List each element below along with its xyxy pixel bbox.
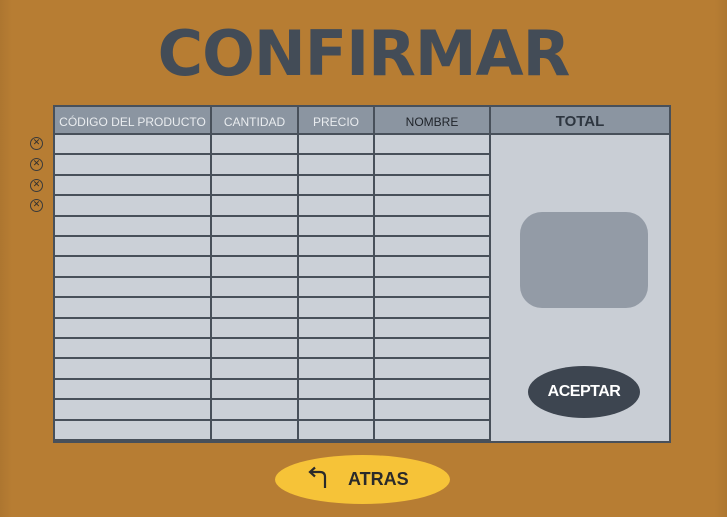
table-cell[interactable] (55, 196, 212, 217)
table-cell[interactable] (375, 257, 491, 278)
table-cell[interactable] (299, 400, 375, 421)
column-header-price: PRECIO (299, 107, 375, 135)
table-cell[interactable] (55, 257, 212, 278)
table-cell[interactable] (299, 298, 375, 319)
table-cell[interactable] (299, 237, 375, 258)
table-cell[interactable] (375, 216, 491, 237)
page-title: CONFIRMAR (157, 17, 571, 90)
table-cell[interactable] (299, 257, 375, 278)
table-cell[interactable] (299, 196, 375, 217)
table-cell[interactable] (212, 237, 299, 258)
column-header-code: CÓDIGO DEL PRODUCTO (55, 107, 212, 135)
remove-row-icon[interactable]: ✕ (30, 179, 43, 192)
return-arrow-icon (308, 466, 327, 488)
table-cell[interactable] (212, 216, 299, 237)
remove-row-icon[interactable]: ✕ (30, 199, 43, 212)
table-cell[interactable] (375, 175, 491, 197)
order-grid: CÓDIGO DEL PRODUCTO CANTIDAD PRECIO NOMB… (55, 107, 491, 441)
remove-row-icon[interactable]: ✕ (30, 158, 43, 171)
total-panel: ACEPTAR (491, 135, 669, 441)
table-cell[interactable] (299, 420, 375, 441)
table-cell[interactable] (375, 277, 491, 299)
table-cell[interactable] (212, 277, 299, 299)
table-cell[interactable] (55, 400, 212, 421)
table-cell[interactable] (55, 379, 212, 401)
table-cell[interactable] (375, 298, 491, 319)
table-cell[interactable] (375, 196, 491, 217)
table-cell[interactable] (299, 359, 375, 380)
column-header-quantity: CANTIDAD (212, 107, 299, 135)
table-cell[interactable] (299, 216, 375, 237)
table-cell[interactable] (55, 359, 212, 380)
table-cell[interactable] (55, 135, 212, 156)
remove-row-icon[interactable]: ✕ (30, 137, 43, 150)
table-cell[interactable] (55, 277, 212, 299)
table-cell[interactable] (375, 318, 491, 339)
table-cell[interactable] (55, 155, 212, 176)
table-cell[interactable] (375, 379, 491, 401)
table-cell[interactable] (55, 216, 212, 237)
table-cell[interactable] (55, 420, 212, 441)
order-table: CÓDIGO DEL PRODUCTO CANTIDAD PRECIO NOMB… (53, 105, 671, 443)
table-cell[interactable] (212, 298, 299, 319)
table-cell[interactable] (212, 196, 299, 217)
table-cell[interactable] (375, 155, 491, 176)
table-cell[interactable] (299, 155, 375, 176)
table-cell[interactable] (375, 339, 491, 360)
total-header: TOTAL (491, 107, 669, 135)
table-cell[interactable] (299, 339, 375, 360)
table-cell[interactable] (55, 175, 212, 197)
table-cell[interactable] (212, 359, 299, 380)
table-cell[interactable] (299, 277, 375, 299)
table-cell[interactable] (212, 135, 299, 156)
total-display (520, 212, 648, 308)
table-cell[interactable] (212, 155, 299, 176)
table-cell[interactable] (375, 400, 491, 421)
back-button[interactable]: ATRAS (275, 455, 450, 504)
table-cell[interactable] (375, 420, 491, 441)
table-cell[interactable] (55, 298, 212, 319)
table-cell[interactable] (212, 175, 299, 197)
table-cell[interactable] (299, 175, 375, 197)
table-cell[interactable] (375, 135, 491, 156)
table-cell[interactable] (375, 237, 491, 258)
back-label: ATRAS (348, 469, 409, 489)
table-cell[interactable] (299, 318, 375, 339)
table-cell[interactable] (55, 339, 212, 360)
table-cell[interactable] (212, 420, 299, 441)
accept-button[interactable]: ACEPTAR (528, 366, 640, 418)
table-cell[interactable] (299, 379, 375, 401)
table-cell[interactable] (55, 318, 212, 339)
table-cell[interactable] (55, 237, 212, 258)
table-cell[interactable] (212, 339, 299, 360)
column-header-name: NOMBRE (375, 107, 491, 135)
table-cell[interactable] (299, 135, 375, 156)
table-cell[interactable] (375, 359, 491, 380)
table-cell[interactable] (212, 318, 299, 339)
table-cell[interactable] (212, 379, 299, 401)
table-cell[interactable] (212, 400, 299, 421)
table-cell[interactable] (212, 257, 299, 278)
